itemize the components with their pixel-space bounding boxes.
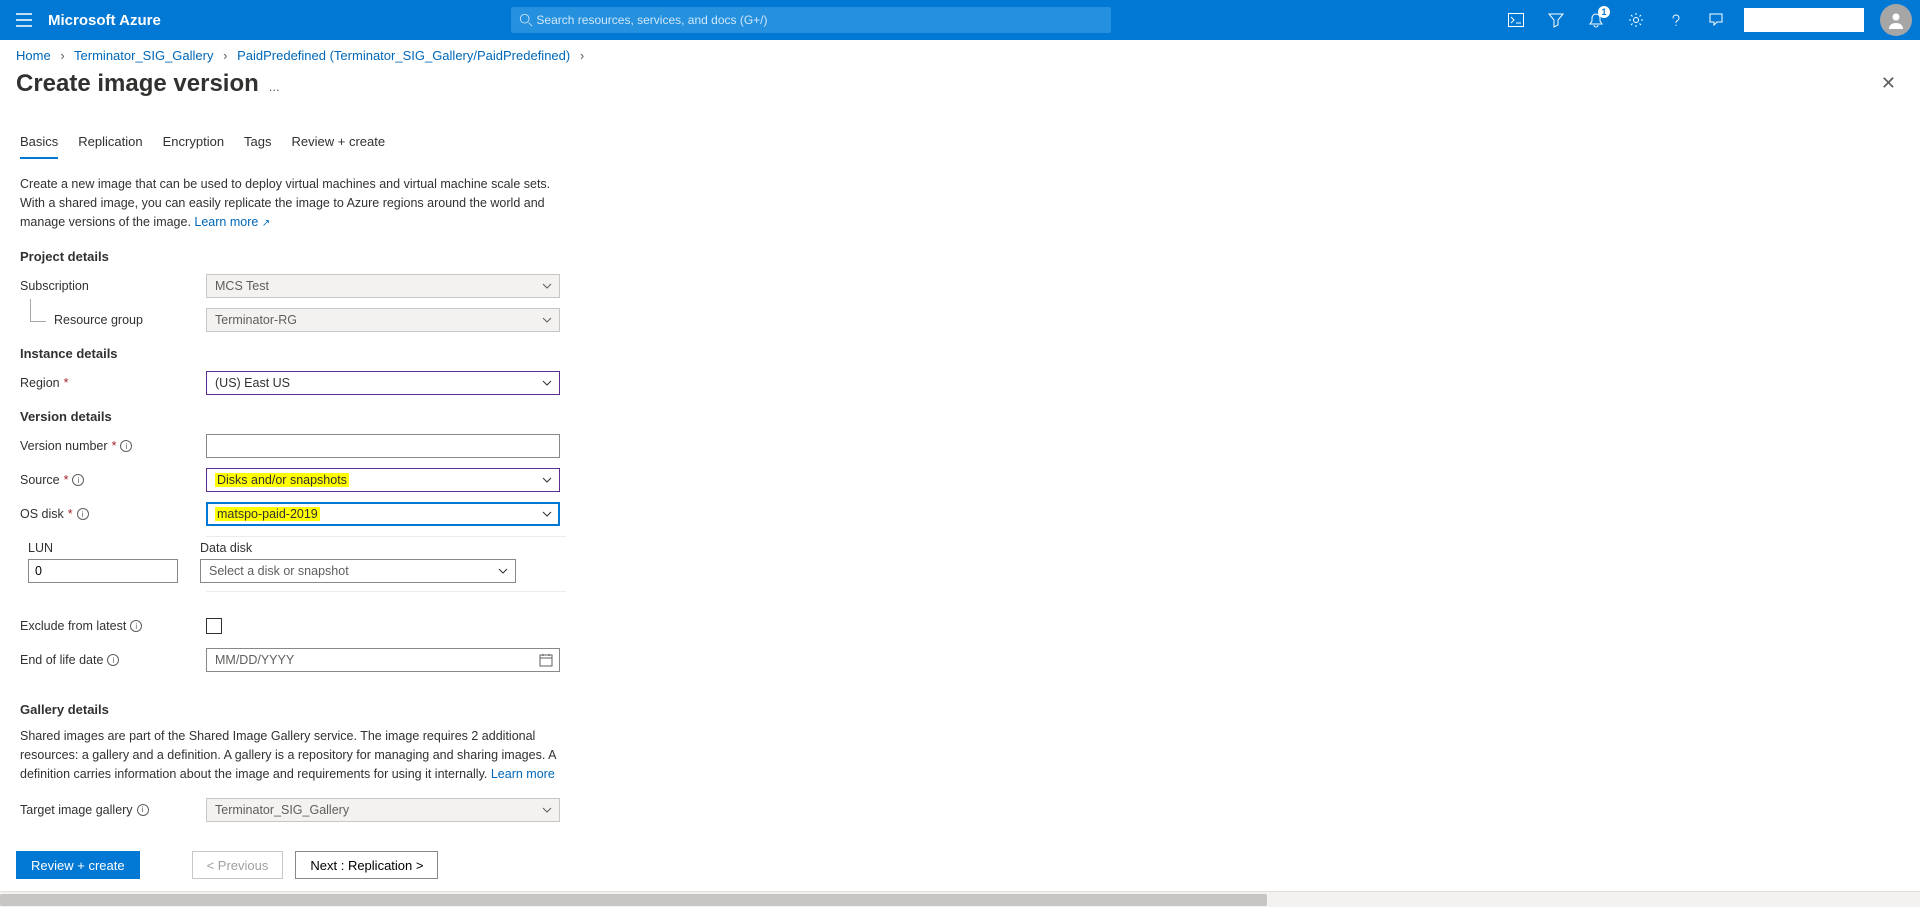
- exclude-from-latest-checkbox[interactable]: [206, 618, 222, 634]
- help-icon[interactable]: [1656, 0, 1696, 40]
- info-icon[interactable]: i: [107, 654, 119, 666]
- close-blade-icon[interactable]: ✕: [1873, 65, 1904, 102]
- gallery-desc: Shared images are part of the Shared Ima…: [20, 727, 560, 783]
- cloud-shell-icon[interactable]: [1496, 0, 1536, 40]
- subscription-label: Subscription: [20, 279, 206, 293]
- chevron-down-icon: [497, 565, 509, 577]
- notifications-icon[interactable]: 1: [1576, 0, 1616, 40]
- section-version-heading: Version details: [20, 409, 560, 424]
- notification-badge: 1: [1598, 6, 1610, 18]
- region-label: Region*: [20, 376, 206, 390]
- info-icon[interactable]: i: [137, 804, 149, 816]
- resource-group-dropdown[interactable]: Terminator-RG: [206, 308, 560, 332]
- lun-input[interactable]: [28, 559, 178, 583]
- scrollbar-thumb[interactable]: [0, 894, 1267, 906]
- account-search[interactable]: [1744, 8, 1864, 32]
- chevron-down-icon: [541, 508, 553, 520]
- info-icon[interactable]: i: [77, 508, 89, 520]
- chevron-right-icon: ›: [580, 48, 584, 63]
- info-icon[interactable]: i: [130, 620, 142, 632]
- search-icon: [519, 13, 533, 27]
- user-avatar[interactable]: [1880, 4, 1912, 36]
- os-disk-dropdown[interactable]: matspo-paid-2019: [206, 502, 560, 526]
- divider: [206, 536, 566, 537]
- global-search[interactable]: [511, 7, 1111, 33]
- page-title: Create image version: [16, 70, 259, 98]
- breadcrumb: Home › Terminator_SIG_Gallery › PaidPred…: [0, 40, 1920, 65]
- data-disk-dropdown[interactable]: Select a disk or snapshot: [200, 559, 516, 583]
- settings-gear-icon[interactable]: [1616, 0, 1656, 40]
- crumb-definition[interactable]: PaidPredefined (Terminator_SIG_Gallery/P…: [237, 48, 570, 63]
- chevron-right-icon: ›: [60, 48, 64, 63]
- target-gallery-dropdown[interactable]: Terminator_SIG_Gallery: [206, 798, 560, 822]
- region-dropdown[interactable]: (US) East US: [206, 371, 560, 395]
- previous-button[interactable]: < Previous: [192, 851, 284, 879]
- divider: [206, 591, 566, 592]
- review-create-button[interactable]: Review + create: [16, 851, 140, 879]
- exclude-from-latest-label: Exclude from latest i: [20, 619, 206, 633]
- feedback-icon[interactable]: [1696, 0, 1736, 40]
- intro-text: Create a new image that can be used to d…: [20, 175, 560, 231]
- chevron-right-icon: ›: [223, 48, 227, 63]
- end-of-life-label: End of life date i: [20, 653, 206, 667]
- data-disk-header: Data disk: [200, 541, 516, 555]
- azure-topbar: Microsoft Azure 1: [0, 0, 1920, 40]
- learn-more-link[interactable]: Learn more ↗: [194, 215, 270, 229]
- section-project-heading: Project details: [20, 249, 560, 264]
- end-of-life-input[interactable]: [206, 648, 560, 672]
- tab-basics[interactable]: Basics: [20, 128, 58, 159]
- directory-filter-icon[interactable]: [1536, 0, 1576, 40]
- chevron-down-icon: [541, 804, 553, 816]
- crumb-home[interactable]: Home: [16, 48, 51, 63]
- tab-encryption[interactable]: Encryption: [163, 128, 224, 159]
- info-icon[interactable]: i: [72, 474, 84, 486]
- tab-review[interactable]: Review + create: [292, 128, 386, 159]
- chevron-down-icon: [541, 314, 553, 326]
- form-body: Create a new image that can be used to d…: [0, 159, 580, 912]
- external-link-icon: ↗: [262, 218, 270, 229]
- chevron-down-icon: [541, 280, 553, 292]
- lun-header: LUN: [28, 541, 200, 555]
- subscription-dropdown[interactable]: MCS Test: [206, 274, 560, 298]
- wizard-tabs: Basics Replication Encryption Tags Revie…: [0, 128, 1920, 159]
- info-icon[interactable]: i: [120, 440, 132, 452]
- next-button[interactable]: Next : Replication >: [295, 851, 438, 879]
- resource-group-label: Resource group: [20, 313, 206, 327]
- version-number-input[interactable]: [206, 434, 560, 458]
- global-search-input[interactable]: [536, 13, 1102, 27]
- os-disk-label: OS disk* i: [20, 507, 206, 521]
- tab-replication[interactable]: Replication: [78, 128, 142, 159]
- source-label: Source* i: [20, 473, 206, 487]
- calendar-icon[interactable]: [539, 653, 553, 667]
- horizontal-scrollbar[interactable]: [0, 891, 1920, 907]
- more-actions-icon[interactable]: ...: [269, 79, 280, 94]
- gallery-learn-more-link[interactable]: Learn more: [491, 767, 555, 781]
- brand-label[interactable]: Microsoft Azure: [48, 12, 171, 29]
- target-gallery-label: Target image gallery i: [20, 803, 206, 817]
- end-of-life-text[interactable]: [215, 653, 551, 667]
- version-number-label: Version number* i: [20, 439, 206, 453]
- section-instance-heading: Instance details: [20, 346, 560, 361]
- chevron-down-icon: [541, 474, 553, 486]
- chevron-down-icon: [541, 377, 553, 389]
- source-dropdown[interactable]: Disks and/or snapshots: [206, 468, 560, 492]
- hamburger-menu-icon[interactable]: [0, 13, 48, 27]
- section-gallery-heading: Gallery details: [20, 702, 560, 717]
- wizard-footer: Review + create < Previous Next : Replic…: [0, 840, 1920, 889]
- tab-tags[interactable]: Tags: [244, 128, 271, 159]
- crumb-gallery[interactable]: Terminator_SIG_Gallery: [74, 48, 213, 63]
